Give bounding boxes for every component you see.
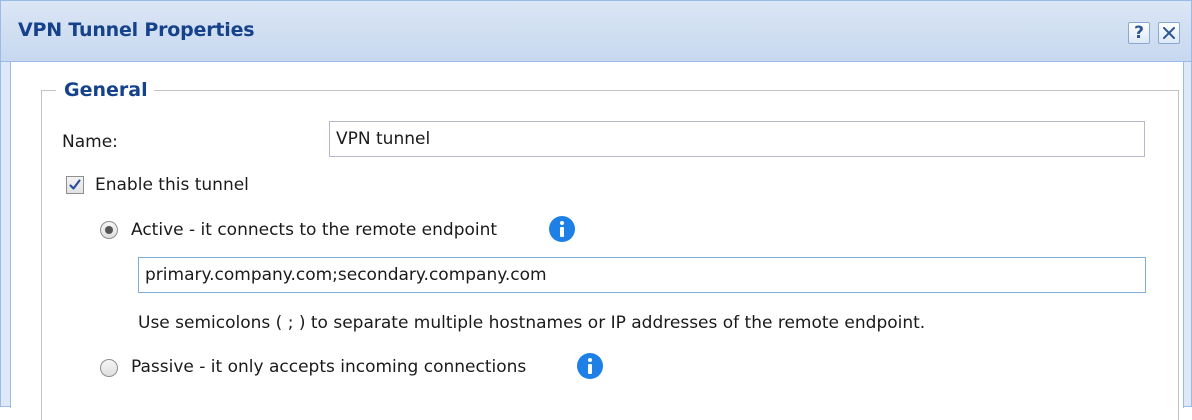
active-info-icon[interactable] bbox=[549, 216, 575, 242]
window-body: General Name: Enable this tunnel Active … bbox=[10, 62, 1184, 420]
enable-tunnel-label[interactable]: Enable this tunnel bbox=[95, 175, 249, 195]
general-legend: General bbox=[56, 79, 154, 101]
passive-info-icon[interactable] bbox=[577, 353, 603, 379]
checkmark-icon bbox=[69, 179, 81, 190]
help-button[interactable]: ? bbox=[1128, 22, 1150, 44]
window-title: VPN Tunnel Properties bbox=[18, 19, 255, 41]
passive-radio[interactable] bbox=[100, 359, 118, 377]
vpn-tunnel-properties-window: VPN Tunnel Properties ? General Name: En… bbox=[0, 0, 1192, 420]
active-label[interactable]: Active - it connects to the remote endpo… bbox=[131, 220, 497, 240]
window-titlebar[interactable]: VPN Tunnel Properties ? bbox=[1, 1, 1191, 62]
passive-label[interactable]: Passive - it only accepts incoming conne… bbox=[131, 357, 526, 377]
name-label: Name: bbox=[62, 132, 118, 152]
enable-tunnel-checkbox[interactable] bbox=[66, 176, 84, 194]
close-button[interactable] bbox=[1158, 22, 1180, 44]
radio-selected-dot bbox=[105, 226, 113, 234]
endpoint-hint-text: Use semicolons ( ; ) to separate multipl… bbox=[138, 313, 926, 333]
active-radio[interactable] bbox=[100, 221, 118, 239]
help-icon: ? bbox=[1134, 23, 1144, 43]
name-input[interactable] bbox=[329, 121, 1145, 157]
remote-endpoint-input[interactable] bbox=[138, 257, 1146, 293]
close-icon bbox=[1163, 27, 1175, 39]
